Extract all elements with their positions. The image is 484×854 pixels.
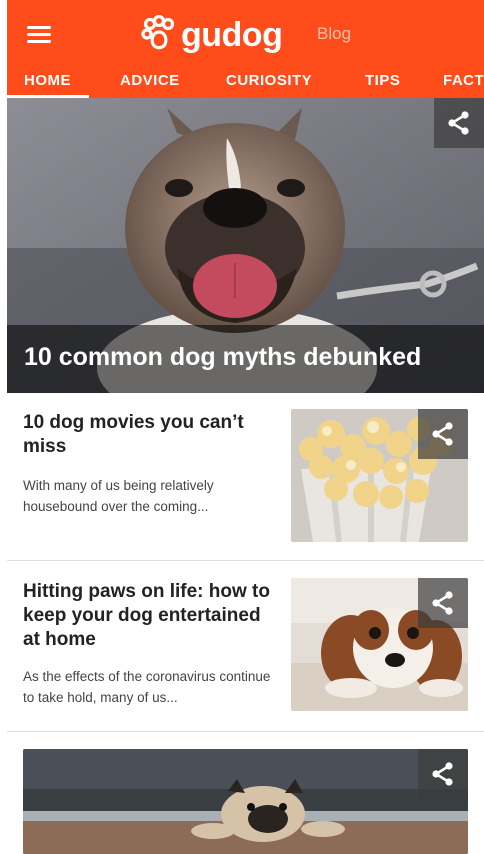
brand-name: gudog <box>181 15 283 54</box>
hamburger-menu-icon[interactable] <box>27 22 55 46</box>
article-title: 10 dog movies you can’t miss <box>23 412 244 457</box>
featured-article[interactable]: 10 common dog myths debunked <box>7 98 484 393</box>
article-excerpt: With many of us being relatively housebo… <box>23 478 214 514</box>
category-tabs: HOME ADVICE CURIOSITY TIPS FACT <box>7 70 484 98</box>
gudog-logo[interactable]: gudog <box>139 10 283 60</box>
article-thumbnail <box>291 409 468 542</box>
article-excerpt: As the effects of the coronavirus contin… <box>23 669 271 705</box>
article-share-icon[interactable] <box>418 578 468 628</box>
tab-advice[interactable]: ADVICE <box>120 70 180 98</box>
share-icon <box>432 422 453 446</box>
hero-caption-overlay: 10 common dog myths debunked <box>7 325 484 393</box>
article-share-icon[interactable] <box>418 409 468 459</box>
hero-title: 10 common dog myths debunked <box>24 343 422 371</box>
paw-logo-icon <box>141 15 175 50</box>
article-thumbnail <box>23 749 468 854</box>
share-icon <box>448 111 469 135</box>
share-icon <box>432 762 453 786</box>
blog-label: Blog <box>317 24 352 43</box>
article-card[interactable]: 10 dog movies you can’t miss With many o… <box>7 393 484 559</box>
pug-image <box>23 749 468 854</box>
article-card[interactable]: Hitting paws on life: how to keep your d… <box>7 561 484 731</box>
article-card[interactable] <box>7 749 484 854</box>
article-thumbnail <box>291 578 468 711</box>
hero-share-icon[interactable] <box>434 98 484 148</box>
tab-facts[interactable]: FACT <box>443 70 484 98</box>
article-share-icon[interactable] <box>418 749 468 799</box>
share-icon <box>432 591 453 615</box>
tab-tips[interactable]: TIPS <box>365 70 400 98</box>
article-title: Hitting paws on life: how to keep your d… <box>23 581 270 650</box>
divider <box>7 731 484 732</box>
tab-home[interactable]: HOME <box>7 70 89 98</box>
app-header: gudog Blog HOME ADVICE CURIOSITY TIPS FA… <box>7 0 484 98</box>
tab-curiosity[interactable]: CURIOSITY <box>226 70 312 98</box>
